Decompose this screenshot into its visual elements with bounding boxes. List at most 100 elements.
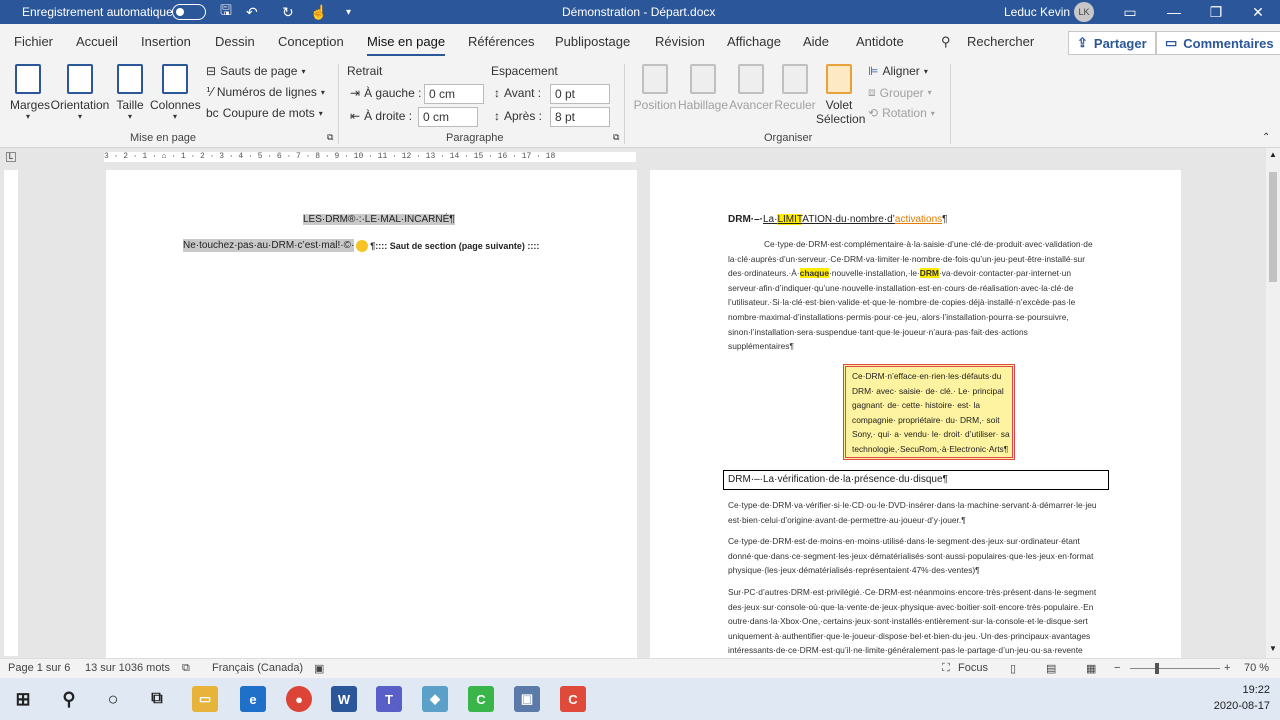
spacing-before-input[interactable]: 0 pt: [550, 84, 610, 104]
line-numbers-button[interactable]: ⅟ Numéros de lignes ▾: [206, 85, 325, 99]
indent-right-input[interactable]: 0 cm: [418, 107, 478, 127]
maximize-icon[interactable]: ❐: [1194, 0, 1238, 24]
autosave-toggle[interactable]: [172, 4, 206, 20]
tab-conception[interactable]: Conception: [278, 34, 344, 49]
ribbon-display-icon[interactable]: ▭: [1108, 0, 1152, 24]
word-icon[interactable]: W: [331, 686, 357, 712]
breaks-button[interactable]: ⊟ Sauts de page ▾: [206, 64, 305, 78]
read-mode-icon[interactable]: ▯: [1010, 662, 1016, 675]
edge-icon[interactable]: e: [240, 686, 266, 712]
size-label: Taille: [116, 98, 144, 112]
margins-button[interactable]: Marges ▾: [10, 64, 51, 121]
minimize-icon[interactable]: —: [1152, 0, 1196, 24]
task-view-icon[interactable]: ⧉: [144, 686, 170, 712]
page-1[interactable]: LES·DRM®·:·LE·MAL·INCARNÉ¶ Ne·touchez·pa…: [106, 170, 637, 660]
focus-icon[interactable]: ⛶: [942, 662, 950, 675]
zoom-level[interactable]: 70 %: [1244, 662, 1269, 674]
camtasia-recorder-icon[interactable]: C: [560, 686, 586, 712]
bring-forward-button[interactable]: Avancer: [728, 64, 774, 112]
highlight-chaque: chaque: [799, 268, 830, 278]
align-label: Aligner: [882, 64, 920, 78]
sidebar-line: DRM· avec· saisie· de· clé.· Le· princip…: [852, 385, 1004, 396]
scroll-down-icon[interactable]: ▼: [1269, 644, 1277, 653]
size-button[interactable]: Taille ▾: [114, 64, 146, 121]
search-label[interactable]: Rechercher: [967, 34, 1034, 49]
spacing-before-label: ↕ Avant :: [494, 86, 541, 100]
avatar[interactable]: LK: [1074, 2, 1094, 22]
indent-left-icon: ⇥: [350, 86, 361, 100]
zoom-slider[interactable]: [1130, 668, 1220, 669]
close-icon[interactable]: ✕: [1236, 0, 1280, 24]
separator: [338, 64, 339, 144]
rotate-button[interactable]: ⟲ Rotation ▾: [868, 106, 935, 120]
chrome-icon[interactable]: ●: [286, 686, 312, 712]
search-icon[interactable]: ⚲: [56, 686, 82, 712]
tab-dessin[interactable]: Dessin: [215, 34, 255, 49]
tab-affichage[interactable]: Affichage: [727, 34, 781, 49]
page-count[interactable]: Page 1 sur 6: [8, 662, 70, 674]
tab-selector-icon[interactable]: L: [6, 152, 16, 162]
print-layout-icon[interactable]: ▤: [1046, 662, 1056, 675]
bring-forward-label: Avancer: [729, 98, 773, 112]
scroll-thumb[interactable]: [1269, 172, 1277, 282]
tab-insertion[interactable]: Insertion: [141, 34, 191, 49]
share-button[interactable]: ⇪ Partager: [1068, 31, 1156, 55]
user-name[interactable]: Leduc Kevin: [1004, 0, 1070, 24]
send-backward-button[interactable]: Reculer: [774, 64, 816, 112]
file-explorer-icon[interactable]: ▭: [192, 686, 218, 712]
tab-accueil[interactable]: Accueil: [76, 34, 118, 49]
teams-icon[interactable]: T: [376, 686, 402, 712]
word-count[interactable]: 13 sur 1036 mots: [85, 662, 170, 674]
macro-record-icon[interactable]: ▣: [314, 662, 324, 675]
tab-revision[interactable]: Révision: [655, 34, 705, 49]
zoom-out-button[interactable]: −: [1114, 662, 1120, 674]
scroll-up-icon[interactable]: ▲: [1269, 150, 1277, 159]
collapse-ribbon-icon[interactable]: ⌃: [1262, 132, 1270, 143]
camtasia-icon[interactable]: C: [468, 686, 494, 712]
hyphenation-button[interactable]: bc Coupure de mots ▾: [206, 106, 323, 120]
comments-button[interactable]: ▭ Commentaires: [1156, 31, 1280, 55]
app-icon[interactable]: ◆: [422, 686, 448, 712]
group-button[interactable]: ⧈ Grouper ▾: [868, 85, 932, 100]
redo-icon[interactable]: ↻: [282, 0, 294, 24]
paragraph-launcher-icon[interactable]: ⧉: [613, 132, 619, 143]
sidebar-textbox[interactable]: Ce·DRM·n’efface·en·rien·les·défauts·du D…: [843, 364, 1015, 460]
zoom-in-button[interactable]: +: [1224, 662, 1230, 674]
tab-antidote[interactable]: Antidote: [856, 34, 904, 49]
orientation-button[interactable]: Orientation ▾: [50, 64, 110, 121]
tab-references[interactable]: Références: [468, 34, 534, 49]
page-setup-launcher-icon[interactable]: ⧉: [327, 132, 333, 143]
proofing-icon[interactable]: ⧉: [182, 662, 190, 675]
tab-fichier[interactable]: Fichier: [14, 34, 53, 49]
columns-button[interactable]: Colonnes ▾: [150, 64, 201, 121]
wrap-button[interactable]: Habillage: [678, 64, 728, 112]
start-icon[interactable]: ⊞: [10, 686, 36, 712]
focus-button[interactable]: Focus: [958, 662, 988, 674]
customize-qat-icon[interactable]: ▾: [346, 0, 351, 24]
vertical-scrollbar[interactable]: ▲ ▼: [1266, 148, 1280, 658]
web-layout-icon[interactable]: ▦: [1086, 662, 1096, 675]
selection-pane-button[interactable]: Volet Sélection: [816, 64, 865, 126]
margins-label: Marges: [10, 98, 51, 112]
horizontal-ruler[interactable]: 3 · 2 · 1 · ⌂ · 1 · 2 · 3 · 4 · 5 · 6 · …: [104, 152, 636, 162]
page-2[interactable]: DRM·–·La·LIMITATION·du·nombre·d’activati…: [650, 170, 1181, 660]
remote-desktop-icon[interactable]: ▣: [514, 686, 540, 712]
zoom-slider-thumb[interactable]: [1155, 663, 1159, 674]
spacing-after-input[interactable]: 8 pt: [550, 107, 610, 127]
ribbon-tabs: Fichier Accueil Insertion Dessin Concept…: [0, 24, 1280, 60]
tab-publipostage[interactable]: Publipostage: [555, 34, 630, 49]
undo-icon[interactable]: ↶: [246, 0, 258, 24]
cortana-icon[interactable]: ○: [100, 686, 126, 712]
indent-left-input[interactable]: 0 cm: [424, 84, 484, 104]
search-icon[interactable]: ⚲: [941, 34, 951, 50]
tab-mise-en-page[interactable]: Mise en page: [367, 34, 446, 56]
align-button[interactable]: ⊫ Aligner ▾: [868, 64, 928, 78]
touch-mode-icon[interactable]: ☝: [310, 0, 327, 24]
save-icon[interactable]: 🖫: [220, 0, 232, 24]
text-run: des·ordinateurs.·À·: [728, 268, 800, 278]
language-status[interactable]: Français (Canada): [212, 662, 303, 674]
tab-aide[interactable]: Aide: [803, 34, 829, 49]
position-button[interactable]: Position: [632, 64, 678, 112]
system-clock[interactable]: 19:22 2020-08-17: [1214, 682, 1270, 714]
vertical-ruler[interactable]: [4, 170, 18, 656]
